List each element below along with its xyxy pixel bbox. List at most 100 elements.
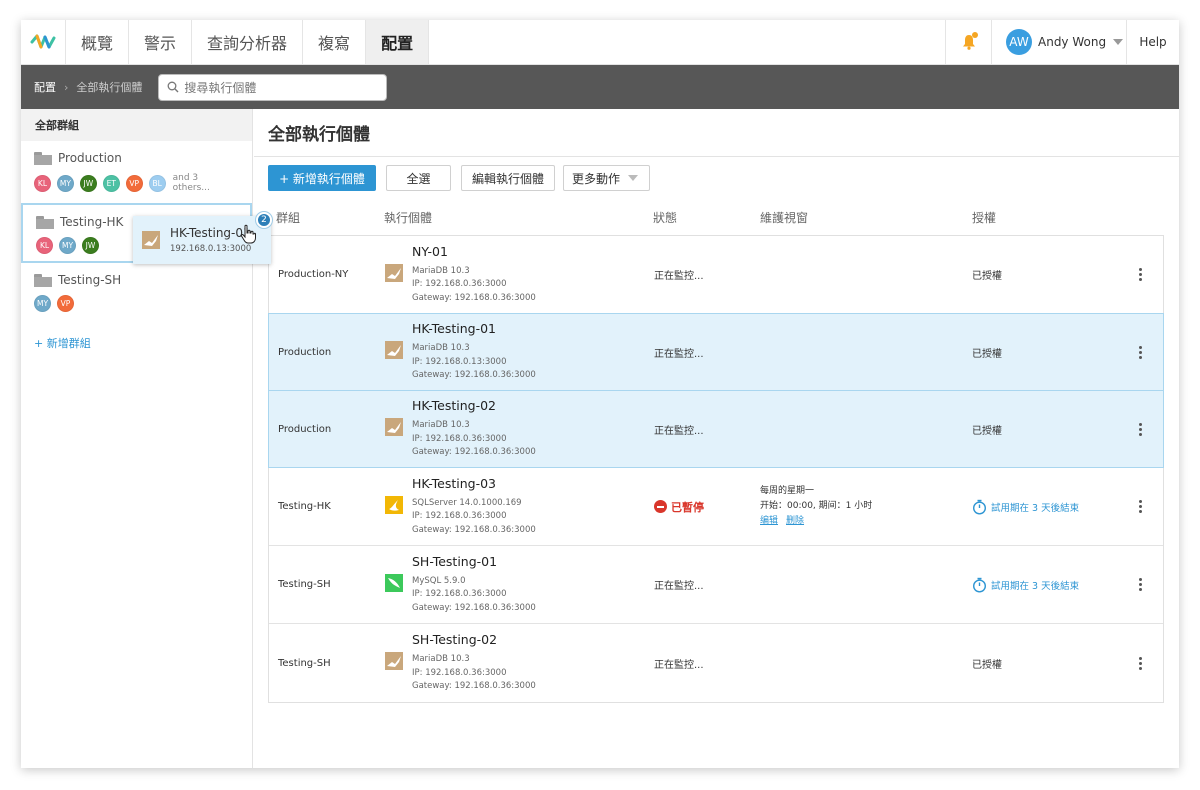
chevron-right-icon: ›	[64, 80, 69, 94]
instance-gateway: Gateway: 192.168.0.36:3000	[412, 681, 536, 692]
row-menu-icon[interactable]	[1139, 499, 1142, 514]
table-row[interactable]: Testing-SH SH-Testing-01 MySQL 5.9.0 IP: 19…	[269, 546, 1163, 624]
maintenance-edit-link[interactable]: 编辑	[760, 516, 778, 526]
row-status: 正在監控...	[654, 271, 704, 282]
member-avatar: JW	[79, 174, 97, 192]
mariadb-icon	[385, 263, 403, 282]
maintenance-delete-link[interactable]: 删除	[786, 516, 804, 526]
instance-ip: IP: 192.168.0.36:3000	[412, 589, 507, 600]
table-row[interactable]: Testing-SH SH-Testing-02 MariaDB 10.3 IP: 1…	[269, 624, 1163, 702]
member-avatar: MY	[59, 237, 76, 254]
license-text: 試用期在 3 天後結束	[991, 580, 1080, 592]
group-members: KL MY JW ET VP BL and 3 others...	[34, 173, 238, 193]
row-instance[interactable]: HK-Testing-01 MariaDB 10.3 IP: 192.168.0.1…	[385, 321, 536, 383]
row-group: Production-NY	[278, 269, 349, 280]
search-input[interactable]: 搜尋執行個體	[158, 73, 388, 101]
instance-name: HK-Testing-03	[412, 475, 497, 491]
sqlserver-icon	[385, 495, 403, 514]
nav-tab-overview[interactable]: 概覽	[66, 20, 130, 64]
stop-icon	[654, 500, 667, 513]
row-instance[interactable]: NY-01 MariaDB 10.3 IP: 192.168.0.36:3000 Ga…	[385, 244, 536, 306]
row-maintenance: 每周的星期一 开始：00:00, 期间：1 小时 编辑 删除	[760, 484, 872, 529]
member-avatar: KL	[34, 174, 51, 192]
row-status: 正在監控...	[654, 581, 704, 592]
page-title: 全部執行個體	[254, 109, 1179, 157]
instance-gateway: Gateway: 192.168.0.36:3000	[412, 524, 536, 535]
column-header-license[interactable]: 授權	[972, 209, 996, 226]
instance-db: SQLServer 14.0.1000.169	[412, 497, 522, 508]
row-instance[interactable]: HK-Testing-03 SQLServer 14.0.1000.169 IP: …	[385, 476, 536, 538]
license-text: 試用期在 3 天後結束	[991, 502, 1080, 514]
select-all-button[interactable]: 全選	[386, 165, 451, 191]
member-avatar: VP	[125, 174, 143, 192]
help-link[interactable]: Help	[1126, 20, 1179, 64]
row-menu-icon[interactable]	[1139, 422, 1142, 437]
row-menu-icon[interactable]	[1139, 577, 1142, 592]
column-header-instance[interactable]: 執行個體	[384, 209, 432, 226]
all-groups-heading[interactable]: 全部群組	[21, 109, 252, 141]
row-license[interactable]: 試用期在 3 天後結束	[972, 577, 1079, 593]
add-group-link[interactable]: + 新增群組	[21, 335, 252, 351]
row-menu-icon[interactable]	[1139, 267, 1142, 282]
member-avatar: BL	[148, 174, 166, 192]
group-name: Production	[58, 151, 122, 165]
member-avatar: KL	[36, 237, 53, 254]
drag-count-badge: 2	[256, 212, 272, 228]
search-placeholder: 搜尋執行個體	[184, 80, 257, 95]
nav-tab-alerts[interactable]: 警示	[129, 20, 193, 64]
column-header-maintenance[interactable]: 維護視窗	[760, 209, 808, 226]
member-avatar: ET	[102, 174, 120, 192]
user-name: Andy Wong	[1038, 35, 1107, 49]
row-menu-icon[interactable]	[1139, 656, 1142, 671]
app-window: 概覽 警示 查詢分析器 複寫 配置 AW Andy Wong Help 配置 ›…	[21, 20, 1179, 768]
folder-icon	[36, 215, 54, 229]
user-menu[interactable]: AW Andy Wong	[991, 20, 1126, 64]
edit-instance-button[interactable]: 編輯執行個體	[461, 165, 555, 191]
more-actions-dropdown[interactable]: 更多動作	[563, 165, 650, 191]
mariadb-icon	[385, 418, 403, 437]
instance-ip: IP: 192.168.0.36:3000	[412, 279, 507, 290]
nav-tab-query-analyzer[interactable]: 查詢分析器	[192, 20, 304, 64]
group-production[interactable]: Production KL MY JW ET VP BL and 3 other…	[21, 141, 252, 203]
app-logo-icon[interactable]	[21, 20, 66, 64]
nav-tab-configuration[interactable]: 配置	[366, 20, 430, 64]
folder-icon	[34, 151, 52, 165]
group-testing-sh[interactable]: Testing-SH MY VP	[21, 263, 252, 325]
row-status: 正在監控...	[654, 659, 704, 671]
breadcrumb-bar: 配置 › 全部執行個體 搜尋執行個體	[21, 65, 1179, 109]
table-row[interactable]: Production-NY NY-01 MariaDB 10.3 IP: 192.16…	[269, 236, 1163, 314]
add-instance-button[interactable]: + 新增執行個體	[268, 165, 376, 191]
drag-preview-ip: 192.168.0.13:3000	[170, 244, 252, 254]
row-license: 已授權	[972, 271, 1002, 282]
instance-ip: IP: 192.168.0.36:3000	[412, 667, 507, 678]
mariadb-icon	[385, 652, 403, 671]
row-status: 已暫停	[654, 499, 704, 515]
table-header: 群組 執行個體 狀態 維護視窗 授權	[254, 199, 1179, 235]
table-row[interactable]: Production HK-Testing-01 MariaDB 10.3 IP: 1…	[268, 313, 1164, 391]
breadcrumb-root[interactable]: 配置	[34, 79, 56, 95]
status-text: 已暫停	[671, 500, 704, 514]
row-group: Production	[278, 423, 332, 435]
search-icon	[167, 81, 179, 93]
row-license: 已授權	[972, 348, 1002, 360]
notification-button[interactable]	[945, 20, 991, 64]
row-license[interactable]: 試用期在 3 天後結束	[972, 499, 1079, 515]
table-row[interactable]: Testing-HK HK-Testing-03 SQLServer 14.0.10…	[269, 468, 1163, 546]
member-avatar: VP	[57, 295, 74, 312]
more-actions-label: 更多動作	[572, 171, 621, 186]
table-row[interactable]: Production HK-Testing-02 MariaDB 10.3 IP: 1…	[268, 390, 1164, 468]
row-menu-icon[interactable]	[1139, 345, 1142, 360]
column-header-group[interactable]: 群組	[276, 209, 300, 226]
toolbar: + 新增執行個體 全選 編輯執行個體 更多動作	[254, 157, 1179, 191]
group-name: Testing-SH	[58, 273, 122, 287]
more-members-text: and 3 others...	[172, 173, 210, 193]
nav-tab-replication[interactable]: 複寫	[303, 20, 367, 64]
row-group: Testing-SH	[278, 657, 331, 669]
column-header-status[interactable]: 狀態	[653, 209, 677, 226]
row-instance[interactable]: SH-Testing-02 MariaDB 10.3 IP: 192.168.0.3…	[385, 632, 536, 694]
hand-cursor-icon	[240, 224, 256, 244]
instance-db: MariaDB 10.3	[412, 343, 470, 354]
row-instance[interactable]: HK-Testing-02 MariaDB 10.3 IP: 192.168.0.3…	[385, 398, 536, 460]
instance-gateway: Gateway: 192.168.0.36:3000	[412, 602, 536, 613]
row-instance[interactable]: SH-Testing-01 MySQL 5.9.0 IP: 192.168.0.36…	[385, 554, 536, 616]
